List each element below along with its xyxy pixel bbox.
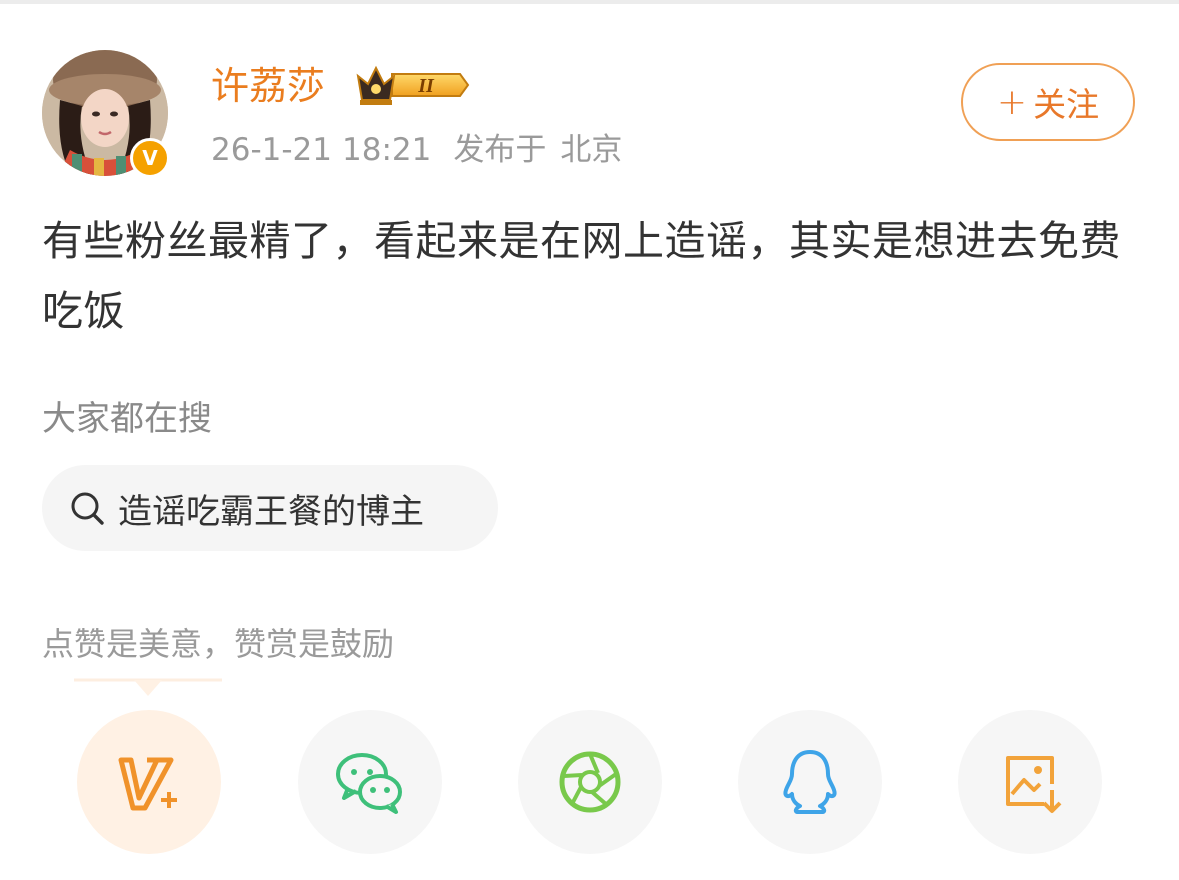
crown-level-icon[interactable]: II [354, 60, 472, 110]
tooltip-pointer [74, 678, 222, 696]
follow-label: 关注 [1033, 85, 1100, 124]
v-plus-button[interactable] [77, 710, 221, 854]
moments-icon [559, 751, 621, 813]
wechat-share-button[interactable] [298, 710, 442, 854]
trending-search-chip[interactable]: 造谣吃霸王餐的博主 [42, 465, 498, 551]
post-text: 有些粉丝最精了，看起来是在网上造谣，其实是想进去免费吃饭 [42, 217, 1121, 335]
save-image-icon [1006, 756, 1062, 813]
verified-badge-letter: V [142, 146, 158, 170]
wechat-icon [336, 753, 402, 814]
trending-search-text: 造谣吃霸王餐的博主 [118, 491, 424, 532]
moments-share-button[interactable] [518, 710, 662, 854]
qq-share-button[interactable] [738, 710, 882, 854]
verified-badge: V [130, 138, 170, 178]
post-location: 北京 [560, 132, 623, 168]
published-label: 发布于 [453, 132, 547, 168]
follow-button[interactable]: + 关注 [961, 63, 1135, 141]
author-name[interactable]: 许荔莎 [211, 62, 325, 110]
search-icon [71, 492, 104, 525]
reward-label: 点赞是美意，赞赏是鼓励 [42, 625, 395, 663]
post-meta: 26-1-21 18:21 发布于 北京 [211, 128, 622, 172]
post-date: 26-1-21 [211, 132, 332, 168]
crown-level-text: II [417, 75, 435, 97]
v-plus-icon [118, 757, 177, 811]
top-divider [0, 0, 1179, 4]
save-image-button[interactable] [958, 710, 1102, 854]
plus-icon: + [996, 81, 1028, 123]
qq-icon [783, 750, 837, 814]
trending-search-label: 大家都在搜 [42, 399, 212, 439]
post-time: 18:21 [342, 132, 432, 168]
